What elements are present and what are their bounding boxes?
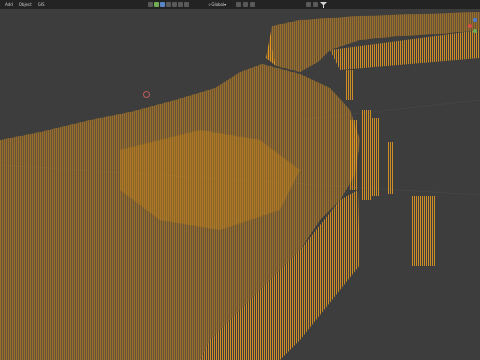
pivot-icon[interactable] xyxy=(236,2,241,7)
filter-icon[interactable] xyxy=(320,1,327,8)
terrain-pillar xyxy=(388,142,393,194)
overlay-tools xyxy=(306,1,327,8)
terrain-pillar xyxy=(350,120,358,190)
navigation-gizmo[interactable] xyxy=(464,16,478,36)
terrain-pillar xyxy=(372,118,380,196)
viewport-header: Add Object GIS ⊹ Global ▾ xyxy=(0,0,480,9)
tool-icons xyxy=(148,1,189,8)
3d-viewport[interactable] xyxy=(0,0,480,360)
cursor-icon[interactable] xyxy=(154,2,159,7)
terrain-pillar xyxy=(362,110,372,200)
axis-y-icon[interactable] xyxy=(473,29,477,33)
terrain-pillar xyxy=(345,70,353,100)
menu-object[interactable]: Object xyxy=(16,0,35,9)
3d-cursor-icon[interactable] xyxy=(143,91,150,98)
axis-x-icon[interactable] xyxy=(468,24,472,28)
menu-add[interactable]: Add xyxy=(2,0,16,9)
snap-tools xyxy=(236,1,255,8)
annotate-icon[interactable] xyxy=(184,2,189,7)
magnet-icon[interactable] xyxy=(243,2,248,7)
menu-bar: Add Object GIS xyxy=(2,0,48,9)
move-icon[interactable] xyxy=(160,2,165,7)
visibility-icon[interactable] xyxy=(306,2,311,7)
terrain-wireframe xyxy=(0,12,480,360)
orientation-label: Global xyxy=(211,2,225,7)
scale-icon[interactable] xyxy=(172,2,177,7)
rotate-icon[interactable] xyxy=(166,2,171,7)
menu-gis[interactable]: GIS xyxy=(35,0,48,9)
overlay-icon[interactable] xyxy=(313,2,318,7)
transform-orientation-dropdown[interactable]: ⊹ Global ▾ xyxy=(208,1,234,8)
transform-icon[interactable] xyxy=(178,2,183,7)
terrain-pillar xyxy=(412,196,436,266)
axis-z-icon[interactable] xyxy=(473,18,477,22)
proportional-edit-icon[interactable] xyxy=(250,2,255,7)
chevron-down-icon: ▾ xyxy=(224,2,227,7)
select-box-icon[interactable] xyxy=(148,2,153,7)
